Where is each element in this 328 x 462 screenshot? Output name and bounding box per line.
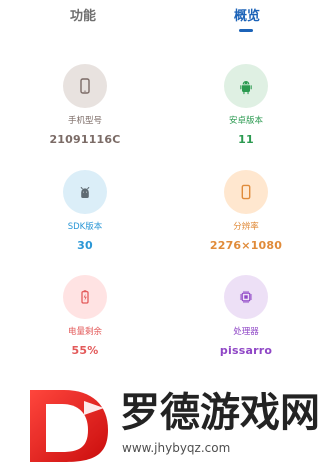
android-version-value: 11 [238,133,254,146]
phone-icon [63,64,107,108]
android-version-label: 安卓版本 [228,116,263,126]
android-version-card: 安卓版本 11 [181,64,311,159]
watermark-logo: 罗德游戏网 www.jhybyqz.com [0,360,328,462]
battery-value: 55% [71,344,99,357]
battery-label: 电量剩余 [67,327,102,337]
device-model-label: 手机型号 [67,116,102,126]
tab-functions[interactable]: 功能 [28,6,138,40]
processor-card: 处理器 pissarro [181,275,311,370]
tab-bar: 功能 概览 [0,0,328,44]
battery-icon [63,275,107,319]
sdk-version-card: SDK版本 30 [20,170,150,265]
android-icon [224,64,268,108]
device-model-value: 21091116C [49,133,121,146]
processor-label: 处理器 [233,327,259,337]
resolution-label: 分辨率 [233,222,259,232]
sdk-version-value: 30 [77,239,93,252]
svg-text:www.jhybyqz.com: www.jhybyqz.com [122,441,230,455]
resolution-card: 分辨率 2276×1080 [181,170,311,265]
sdk-icon [63,170,107,214]
tab-indicator [239,29,253,32]
cpu-icon [224,275,268,319]
device-model-card: 手机型号 21091116C [20,64,150,159]
sdk-version-label: SDK版本 [67,222,103,232]
page: 功能 概览 手机型号 21091116C 安卓版本 11 SDK版本 30 分辨… [0,0,328,462]
resolution-value: 2276×1080 [209,239,283,252]
processor-value: pissarro [219,344,273,357]
tab-overview[interactable]: 概览 [192,6,302,40]
battery-card: 电量剩余 55% [20,275,150,370]
svg-text:罗德游戏网: 罗德游戏网 [120,390,320,436]
screen-icon [224,170,268,214]
